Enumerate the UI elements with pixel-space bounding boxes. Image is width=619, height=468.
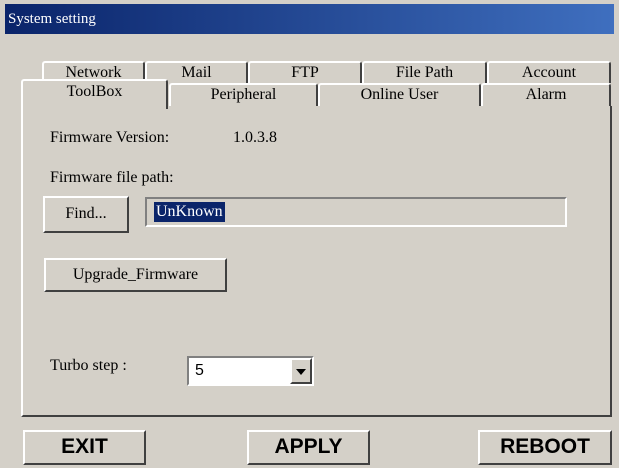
find-button[interactable]: Find... bbox=[43, 196, 129, 233]
turbo-step-value: 5 bbox=[195, 362, 204, 379]
tab-alarm[interactable]: Alarm bbox=[481, 83, 611, 106]
dropdown-arrow-button[interactable] bbox=[290, 358, 312, 384]
tab-file-path[interactable]: File Path bbox=[362, 61, 487, 83]
tab-toolbox[interactable]: ToolBox bbox=[21, 79, 168, 109]
title-bar: System setting bbox=[5, 4, 614, 34]
window-title: System setting bbox=[8, 11, 96, 27]
tab-peripheral[interactable]: Peripheral bbox=[169, 83, 318, 106]
firmware-path-value: UnKnown bbox=[154, 202, 225, 222]
turbo-step-label: Turbo step : bbox=[50, 357, 127, 374]
system-setting-window: System setting Network Mail FTP File Pat… bbox=[0, 0, 619, 468]
tab-online-user[interactable]: Online User bbox=[318, 83, 481, 106]
firmware-version-value: 1.0.3.8 bbox=[233, 129, 277, 146]
exit-button[interactable]: EXIT bbox=[23, 430, 146, 465]
firmware-path-label: Firmware file path: bbox=[50, 169, 174, 186]
reboot-button[interactable]: REBOOT bbox=[478, 430, 612, 465]
tab-account[interactable]: Account bbox=[487, 61, 611, 83]
firmware-path-input[interactable]: UnKnown bbox=[145, 197, 567, 227]
upgrade-firmware-button[interactable]: Upgrade_Firmware bbox=[44, 258, 227, 292]
chevron-down-icon bbox=[296, 369, 306, 375]
firmware-version-label: Firmware Version: bbox=[50, 129, 170, 146]
apply-button[interactable]: APPLY bbox=[247, 430, 370, 465]
tab-ftp[interactable]: FTP bbox=[248, 61, 362, 83]
turbo-step-select[interactable]: 5 bbox=[187, 356, 314, 386]
